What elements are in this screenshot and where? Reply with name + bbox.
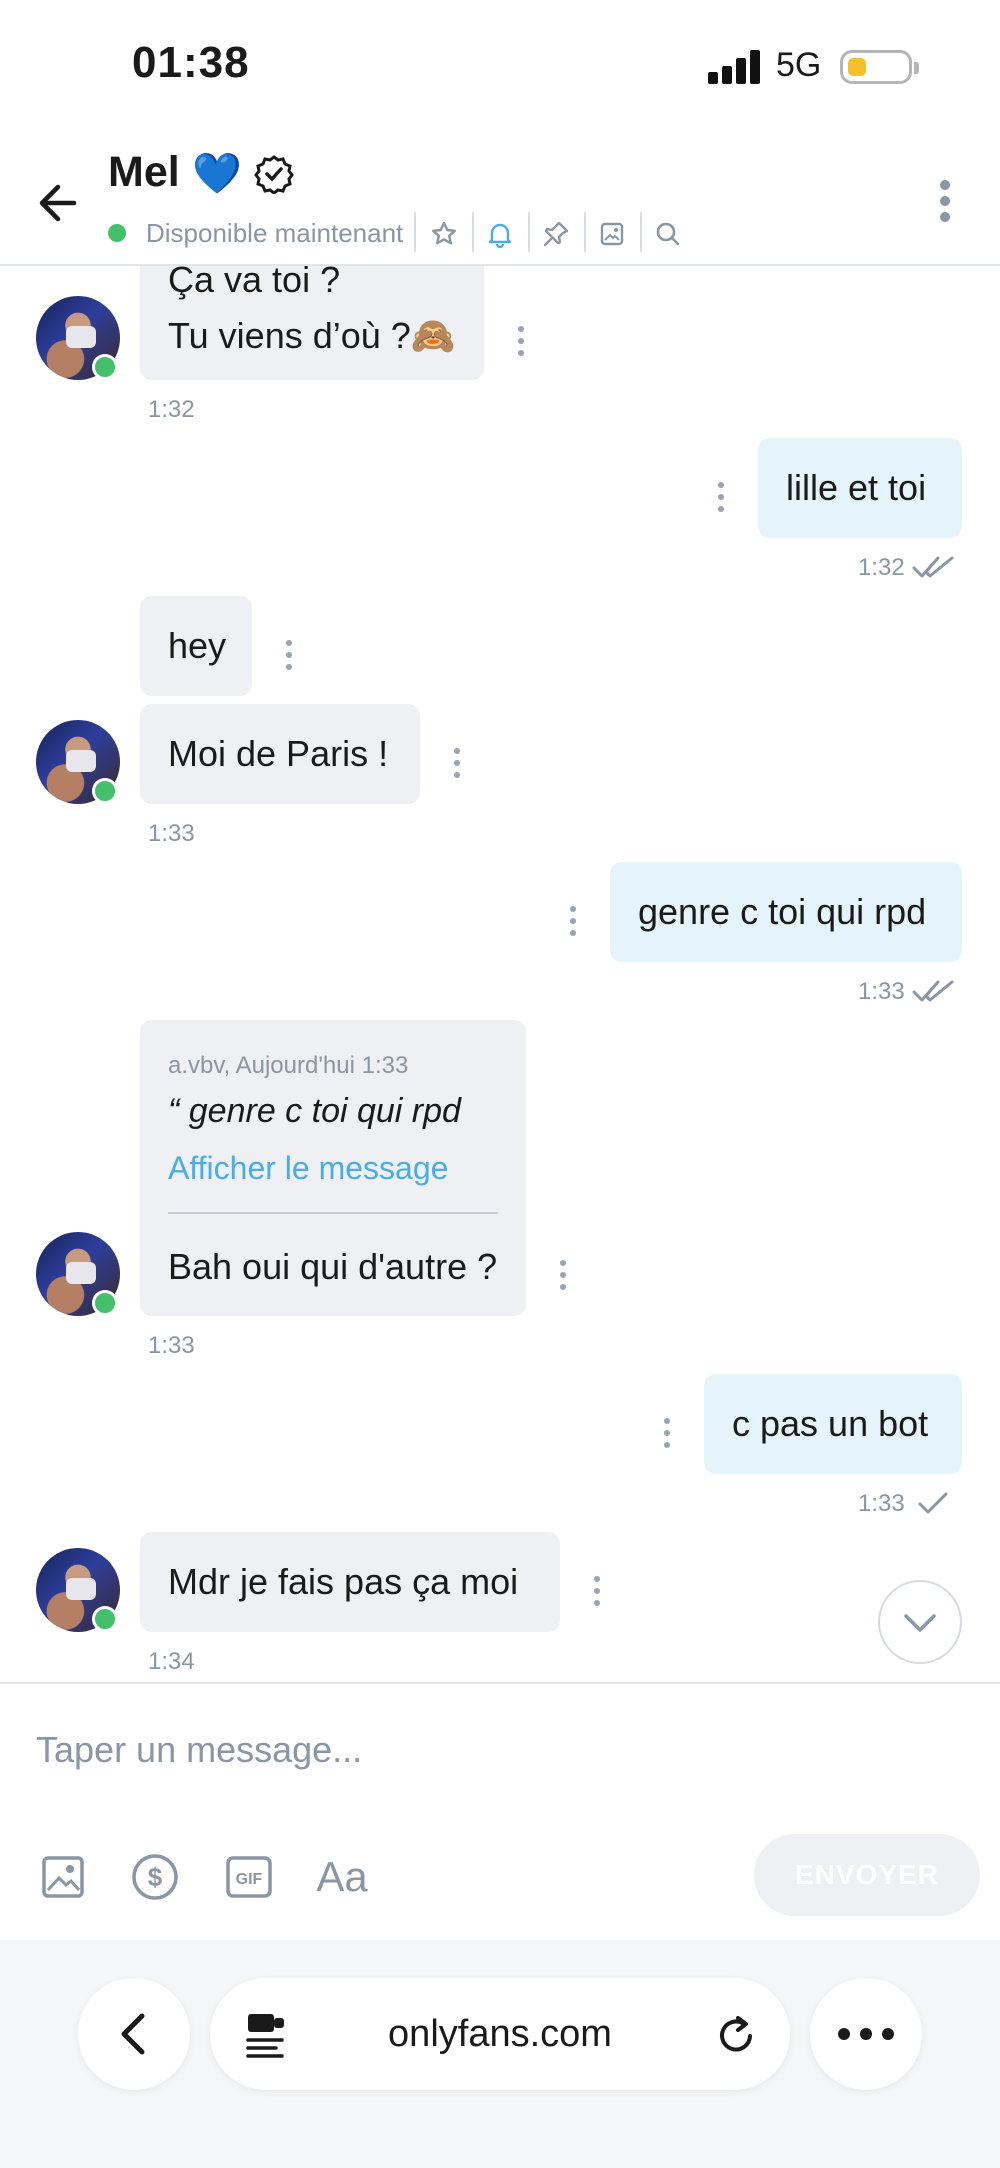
view-message-link[interactable]: Afficher le message (168, 1150, 448, 1187)
message-text: c pas un bot (732, 1403, 929, 1444)
availability-status: Disponible maintenant (146, 218, 404, 248)
more-options-icon[interactable] (930, 178, 962, 224)
online-indicator (92, 1290, 118, 1316)
pin-icon[interactable] (540, 218, 572, 250)
send-button[interactable]: ENVOYER (754, 1834, 980, 1916)
message-time: 1:33 (858, 1490, 905, 1517)
message-bubble-incoming[interactable]: hey (140, 596, 252, 696)
heart-icon: 💙 (192, 152, 242, 196)
scroll-to-bottom-button[interactable] (878, 1580, 962, 1664)
online-indicator (92, 778, 118, 804)
message-input[interactable] (36, 1722, 736, 1778)
message-bubble-outgoing[interactable]: lille et toi (758, 438, 962, 538)
quote-author: a.vbv, Aujourd'hui 1:33 (168, 1052, 409, 1079)
message-text: lille et toi (786, 467, 927, 508)
verified-icon (254, 154, 294, 195)
message-options-icon[interactable] (558, 1258, 568, 1292)
gif-icon[interactable]: GIF (222, 1850, 276, 1904)
bell-icon[interactable] (484, 218, 516, 250)
message-options-icon[interactable] (452, 746, 462, 780)
search-icon[interactable] (652, 218, 684, 250)
message-text: Bah oui qui d'autre ? (168, 1246, 498, 1287)
message-options-icon[interactable] (662, 1416, 672, 1450)
more-horizontal-icon (838, 2028, 894, 2040)
message-options-icon[interactable] (568, 904, 578, 938)
message-bubble-incoming[interactable]: Mdr je fais pas ça moi (140, 1532, 560, 1632)
image-icon[interactable] (596, 218, 628, 250)
online-indicator (92, 1606, 118, 1632)
composer-divider (0, 1682, 1000, 1684)
message-time: 1:33 (148, 1332, 195, 1359)
status-time: 01:38 (132, 38, 250, 87)
chevron-left-icon (121, 2013, 145, 2055)
message-text: Moi de Paris ! (168, 733, 389, 774)
divider (414, 212, 416, 252)
text-format-icon[interactable]: Aa (312, 1850, 372, 1904)
message-bubble-outgoing[interactable]: c pas un bot (704, 1374, 962, 1474)
reload-icon[interactable] (714, 2012, 758, 2056)
sent-receipt-icon (918, 1492, 948, 1514)
divider (472, 212, 474, 252)
svg-text:GIF: GIF (236, 1871, 263, 1888)
network-label: 5G (776, 46, 822, 84)
image-icon[interactable] (36, 1850, 90, 1904)
dollar-icon[interactable]: $ (128, 1850, 182, 1904)
browser-more-button[interactable] (810, 1978, 922, 2090)
back-arrow-icon[interactable] (34, 175, 90, 231)
message-time: 1:32 (148, 396, 195, 423)
online-indicator (92, 354, 118, 380)
message-text: genre c toi qui rpd (638, 891, 927, 932)
message-text: Mdr je fais pas ça moi (168, 1561, 519, 1602)
chevron-down-icon (904, 1614, 936, 1632)
address-bar[interactable]: onlyfans.com (210, 1978, 790, 2090)
svg-text:$: $ (148, 1862, 163, 1892)
online-indicator (108, 224, 126, 242)
message-options-icon[interactable] (284, 638, 294, 672)
divider (640, 212, 642, 252)
browser-back-button[interactable] (78, 1978, 190, 2090)
battery-icon (840, 50, 919, 84)
message-time: 1:33 (858, 978, 905, 1005)
message-options-icon[interactable] (592, 1574, 602, 1608)
divider (584, 212, 586, 252)
message-time: 1:34 (148, 1648, 195, 1675)
message-text: Tu viens d’où ?🙈 (168, 315, 456, 356)
message-bubble-outgoing[interactable]: genre c toi qui rpd (610, 862, 962, 962)
signal-icon (708, 50, 762, 84)
message-bubble-incoming[interactable]: Moi de Paris ! (140, 704, 420, 804)
message-text: hey (168, 625, 227, 666)
read-receipt-icon (912, 980, 954, 1002)
read-receipt-icon (912, 556, 954, 578)
message-options-icon[interactable] (716, 480, 726, 514)
star-icon[interactable] (428, 218, 460, 250)
message-text: Ça va toi ? (168, 266, 341, 300)
message-bubble-incoming[interactable]: Ça va toi ? Tu viens d’où ?🙈 (140, 266, 484, 380)
message-list[interactable]: Ça va toi ? Tu viens d’où ?🙈 1:32 lille … (0, 266, 1000, 1682)
message-time: 1:32 (858, 554, 905, 581)
quoted-message-text: “ genre c toi qui rpd (168, 1092, 461, 1130)
quote-divider (168, 1212, 498, 1214)
message-time: 1:33 (148, 820, 195, 847)
contact-name[interactable]: Mel (108, 148, 180, 197)
divider (528, 212, 530, 252)
message-options-icon[interactable] (516, 324, 526, 358)
url-text: onlyfans.com (388, 2012, 612, 2055)
